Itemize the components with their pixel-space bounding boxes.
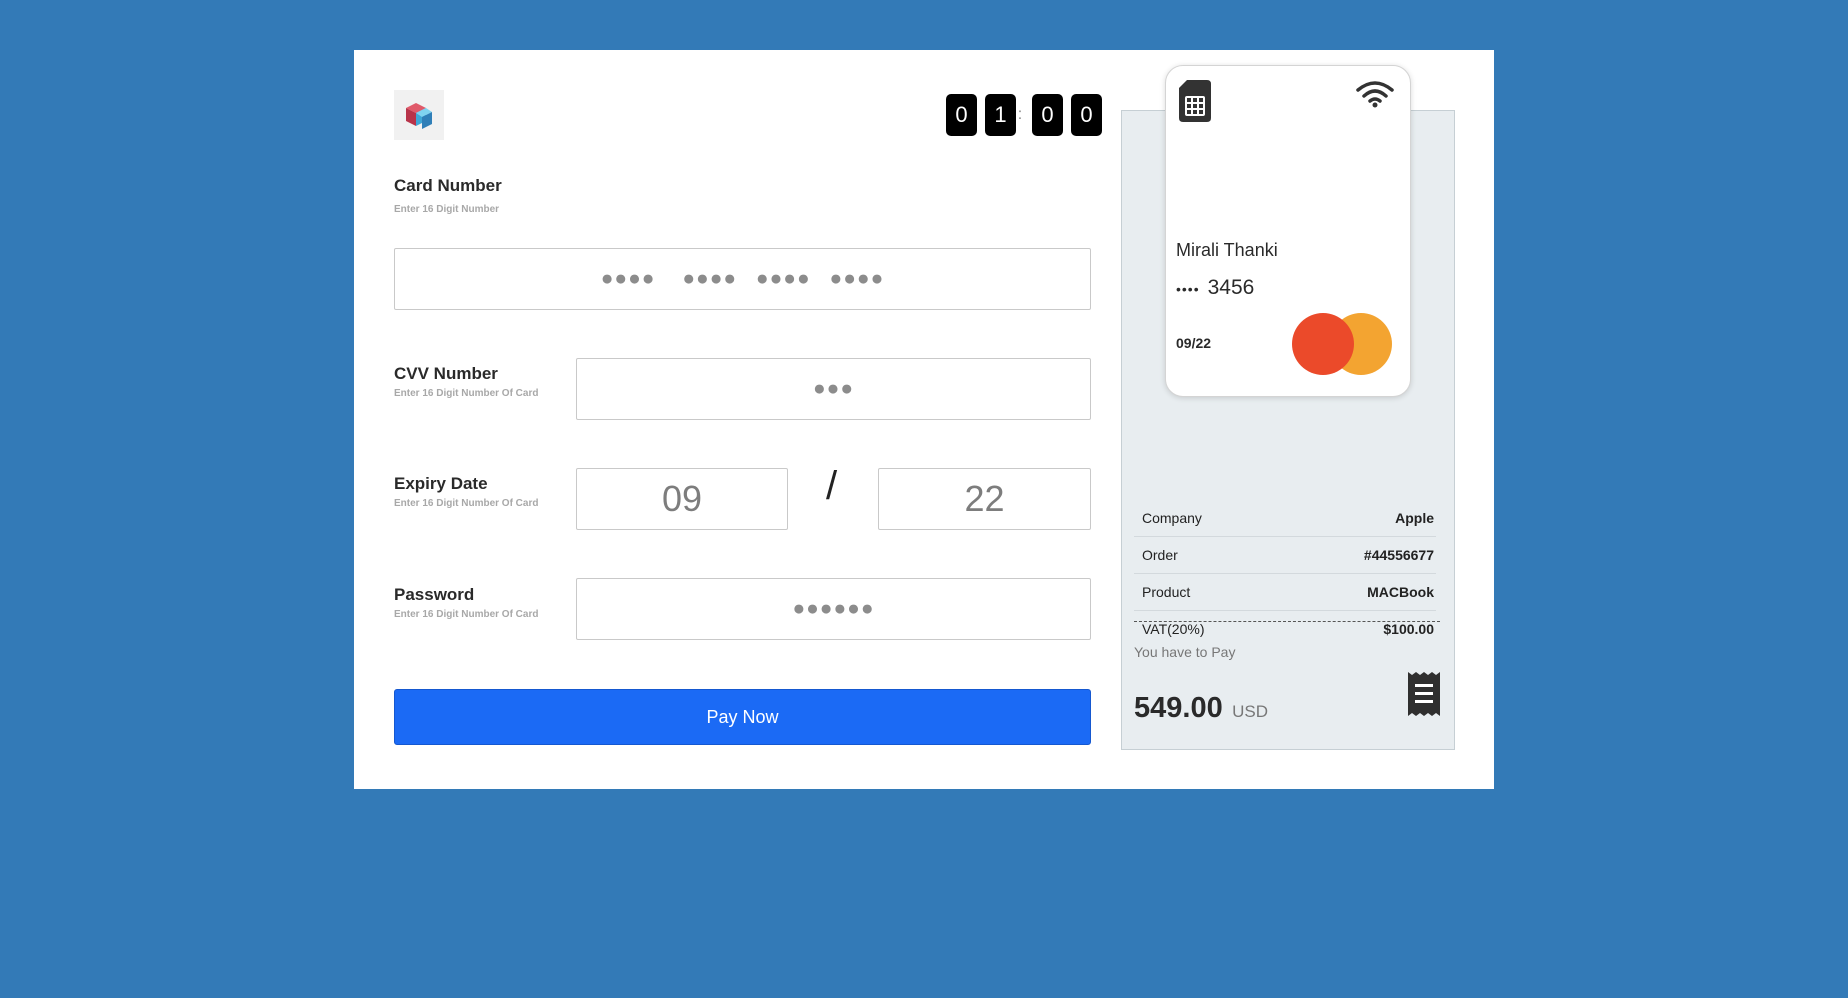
card-number-mask: •••• — [1176, 281, 1200, 297]
summary-row: Product MACBook — [1134, 574, 1436, 611]
card-holder-name: Mirali Thanki — [1176, 240, 1278, 260]
receipt-icon — [1408, 672, 1440, 721]
summary-table: Company Apple Order #44556677 Product MA… — [1134, 500, 1436, 647]
sim-chip-icon — [1179, 80, 1211, 127]
password-label: Password — [394, 585, 475, 604]
password-input[interactable]: ●●●●●● — [576, 578, 1091, 640]
summary-key: VAT(20%) — [1142, 621, 1205, 637]
expiry-label: Expiry Date — [394, 474, 488, 493]
summary-row: VAT(20%) $100.00 — [1134, 611, 1436, 647]
card-number-preview: •••• 3456 — [1176, 276, 1254, 300]
card-expiry: 09/22 — [1176, 335, 1212, 351]
expiry-separator: / — [826, 464, 838, 508]
timer-colon: : — [1017, 106, 1023, 123]
summary-key: Product — [1142, 584, 1191, 600]
summary-row: Order #44556677 — [1134, 537, 1436, 574]
payment-panel: 0 1 : 0 0 Card Number Enter 16 Digit Num… — [354, 50, 1494, 789]
mastercard-logo-icon — [1292, 313, 1392, 375]
total-currency: USD — [1232, 702, 1269, 721]
card-number-input[interactable]: ●●●● ●●●● ●●●● ●●●● — [394, 248, 1091, 310]
expiry-year-value: 22 — [964, 478, 1005, 519]
countdown-timer: 0 1 : 0 0 — [946, 94, 1110, 136]
summary-key: Company — [1142, 510, 1202, 526]
timer-digit: 0 — [1071, 94, 1102, 136]
card-number-group: ●●●● — [755, 267, 811, 290]
summary-divider — [1134, 621, 1440, 622]
expiry-month-value: 09 — [661, 478, 703, 519]
cvv-value: ●●● — [812, 377, 855, 400]
summary-row: Company Apple — [1134, 500, 1436, 537]
card-number-group: ●●●● — [682, 267, 738, 290]
password-value: ●●●●●● — [792, 597, 875, 620]
card-number-group: ●●●● — [829, 267, 885, 290]
pay-now-button[interactable]: Pay Now — [394, 689, 1091, 745]
card-number-group: ●●●● — [600, 267, 656, 290]
summary-value: Apple — [1395, 510, 1434, 526]
summary-value: #44556677 — [1363, 547, 1434, 563]
cvv-hint: Enter 16 Digit Number Of Card — [394, 388, 539, 399]
password-hint: Enter 16 Digit Number Of Card — [394, 609, 539, 620]
expiry-year-input[interactable]: 22 — [878, 468, 1091, 530]
expiry-month-input[interactable]: 09 — [576, 468, 788, 530]
card-number-hint: Enter 16 Digit Number — [394, 204, 500, 215]
summary-key: Order — [1142, 547, 1178, 563]
timer-digit: 0 — [946, 94, 977, 136]
credit-card-preview: Mirali Thanki •••• 3456 09/22 — [1165, 65, 1411, 397]
summary-value: MACBook — [1367, 584, 1434, 600]
timer-digit: 0 — [1032, 94, 1063, 136]
wifi-icon — [1356, 80, 1394, 113]
total-amount: 549.00 USD — [1134, 692, 1268, 725]
total-amount-value: 549.00 — [1134, 692, 1223, 724]
card-last4: 3456 — [1207, 276, 1255, 299]
card-number-label: Card Number — [394, 176, 502, 195]
timer-digit: 1 — [985, 94, 1016, 136]
expiry-hint: Enter 16 Digit Number Of Card — [394, 498, 539, 509]
cvv-label: CVV Number — [394, 364, 498, 383]
summary-value: $100.00 — [1383, 621, 1434, 637]
logo-icon — [394, 90, 444, 140]
you-have-to-pay-label: You have to Pay — [1134, 644, 1236, 660]
cvv-input[interactable]: ●●● — [576, 358, 1091, 420]
